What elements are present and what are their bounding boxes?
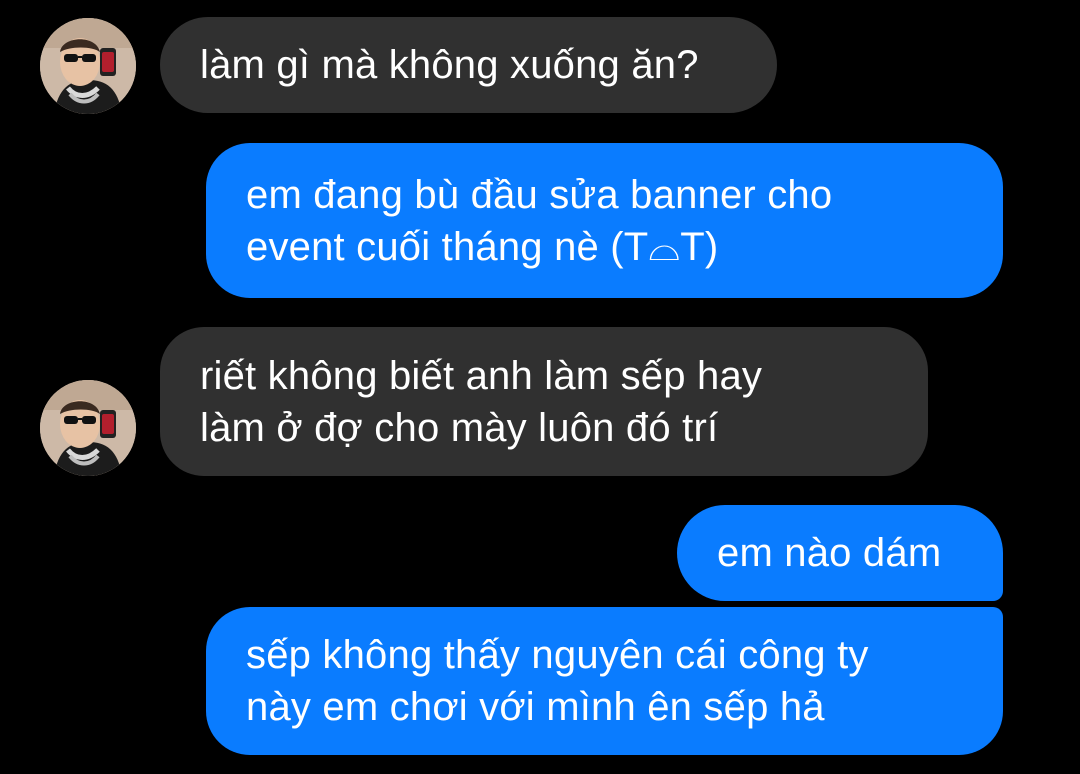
message-text: sếp không thấy nguyên cái công ty này em… (246, 633, 869, 729)
message-bubble-outgoing[interactable]: sếp không thấy nguyên cái công ty này em… (206, 607, 1003, 755)
contact-avatar[interactable] (40, 380, 136, 476)
message-text: làm gì mà không xuống ăn? (200, 43, 699, 87)
contact-photo-icon (40, 18, 136, 114)
message-text: em nào dám (717, 531, 942, 575)
chat-thread: làm gì mà không xuống ăn? em đang bù đầu… (0, 0, 1080, 774)
contact-photo-icon (40, 380, 136, 476)
message-bubble-incoming[interactable]: riết không biết anh làm sếp hay làm ở đợ… (160, 327, 928, 476)
message-bubble-outgoing[interactable]: em đang bù đầu sửa banner cho event cuối… (206, 143, 1003, 298)
message-bubble-incoming[interactable]: làm gì mà không xuống ăn? (160, 17, 777, 113)
contact-avatar[interactable] (40, 18, 136, 114)
message-text: riết không biết anh làm sếp hay làm ở đợ… (200, 353, 763, 450)
message-text: em đang bù đầu sửa banner cho event cuối… (246, 172, 833, 269)
message-bubble-outgoing[interactable]: em nào dám (677, 505, 1003, 601)
